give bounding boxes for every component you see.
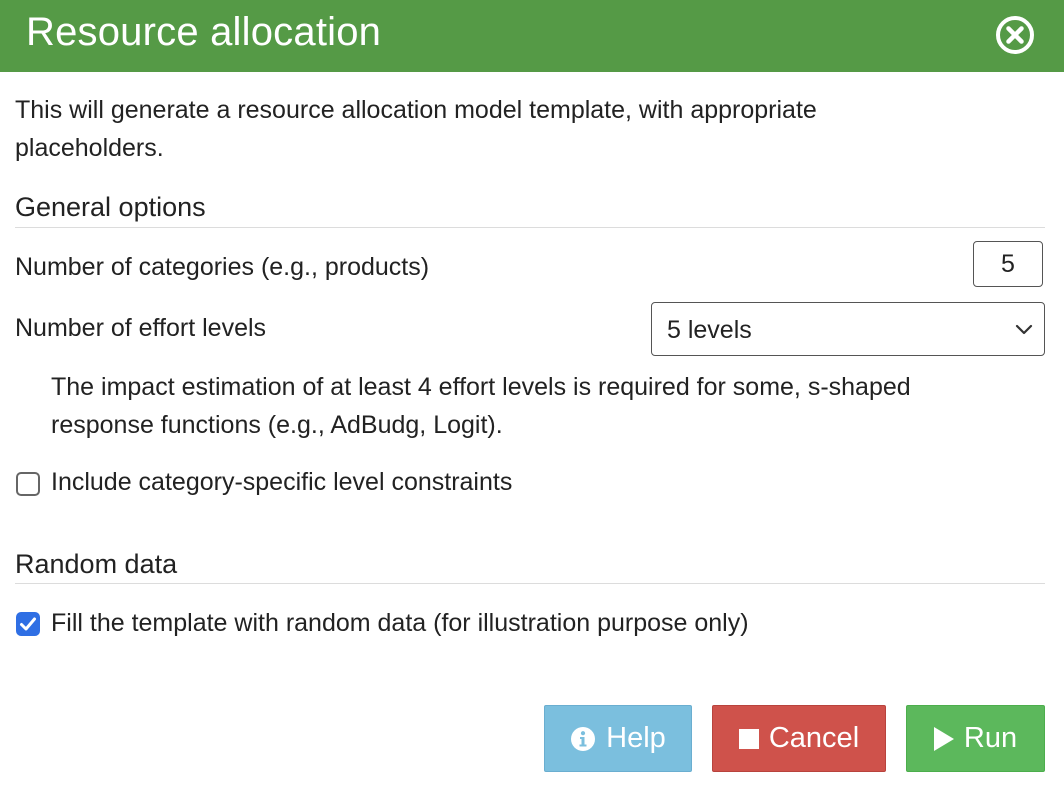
run-button[interactable]: Run (906, 705, 1045, 772)
effort-note-line-2: response functions (e.g., AdBudg, Logit)… (51, 411, 503, 439)
info-icon (571, 726, 596, 751)
constraints-checkbox[interactable] (16, 472, 40, 496)
effort-levels-selected: 5 levels (667, 316, 752, 344)
cancel-button[interactable]: Cancel (712, 705, 886, 772)
random-data-divider (15, 583, 1045, 584)
help-label: Help (606, 722, 666, 754)
random-data-label[interactable]: Fill the template with random data (for … (51, 609, 749, 638)
random-data-heading: Random data (15, 549, 178, 579)
stop-icon (738, 728, 759, 749)
description-line-1: This will generate a resource allocation… (15, 96, 817, 124)
general-options-divider (15, 227, 1045, 228)
help-button[interactable]: Help (544, 705, 692, 772)
close-icon[interactable] (994, 14, 1036, 56)
constraints-label[interactable]: Include category-specific level constrai… (51, 468, 512, 497)
checkmark-icon (20, 617, 36, 631)
run-label: Run (963, 722, 1018, 754)
cancel-label: Cancel (768, 722, 860, 754)
dialog-title: Resource allocation (26, 10, 382, 54)
dialog-header: Resource allocation (0, 0, 1064, 72)
effort-levels-select[interactable]: 5 levels (651, 302, 1045, 356)
effort-levels-label: Number of effort levels (15, 314, 267, 342)
random-data-checkbox[interactable] (16, 612, 40, 636)
general-options-heading: General options (15, 192, 206, 222)
categories-input[interactable] (973, 241, 1043, 287)
effort-note-line-1: The impact estimation of at least 4 effo… (51, 373, 911, 401)
description-line-2: placeholders. (15, 134, 164, 162)
categories-label: Number of categories (e.g., products) (15, 253, 430, 281)
chevron-down-icon (1015, 324, 1033, 335)
play-icon (933, 726, 954, 751)
